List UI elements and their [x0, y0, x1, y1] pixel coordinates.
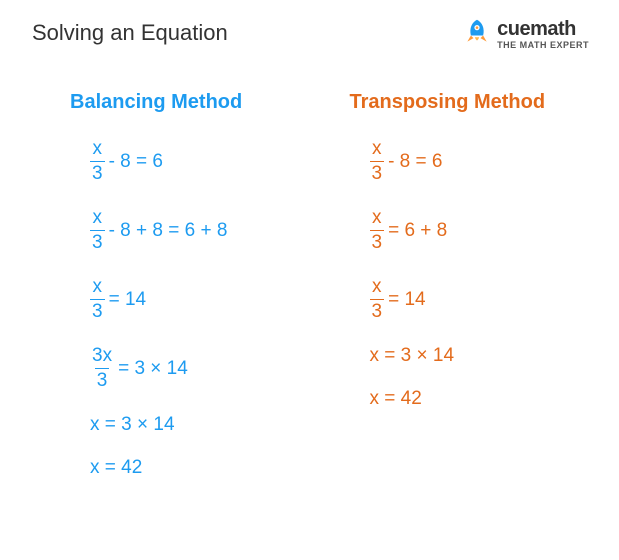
equation-text: x = 3 × 14	[90, 415, 175, 434]
equation-step: x3 - 8 + 8 = 6 + 8	[90, 208, 310, 253]
equation-text: = 14	[388, 290, 426, 309]
fraction: x3	[90, 277, 105, 322]
equation-step: x3 = 6 + 8	[370, 208, 590, 253]
fraction: x3	[370, 208, 385, 253]
equation-text: - 8 = 6	[388, 152, 442, 171]
fraction: x3	[370, 277, 385, 322]
fraction-denominator: 3	[90, 230, 105, 253]
fraction-denominator: 3	[370, 161, 385, 184]
brand-logo: cuemath THE MATH EXPERT	[463, 18, 589, 51]
fraction-numerator: 3x	[90, 346, 114, 368]
fraction-numerator: x	[370, 139, 384, 161]
fraction-numerator: x	[91, 277, 105, 299]
equation-step: x = 42	[90, 458, 310, 477]
fraction-numerator: x	[91, 208, 105, 230]
fraction-denominator: 3	[90, 161, 105, 184]
equation-text: x = 42	[370, 389, 422, 408]
equation-step: x3 = 14	[90, 277, 310, 322]
fraction-numerator: x	[370, 277, 384, 299]
equation-text: x = 3 × 14	[370, 346, 455, 365]
fraction-denominator: 3	[370, 230, 385, 253]
equation-step: x = 3 × 14	[370, 346, 590, 365]
transposing-column: Transposing Method x3 - 8 = 6x3 = 6 + 8x…	[350, 91, 590, 477]
balancing-header: Balancing Method	[70, 91, 310, 114]
equation-step: x3 - 8 = 6	[370, 139, 590, 184]
equation-step: x = 42	[370, 389, 590, 408]
equation-step: x3 = 14	[370, 277, 590, 322]
equation-text: x = 42	[90, 458, 142, 477]
fraction-denominator: 3	[95, 368, 110, 391]
rocket-icon	[463, 18, 491, 51]
fraction: x3	[370, 139, 385, 184]
transposing-header: Transposing Method	[350, 91, 590, 114]
equation-text: = 14	[109, 290, 147, 309]
fraction-numerator: x	[370, 208, 384, 230]
fraction: 3x3	[90, 346, 114, 391]
balancing-column: Balancing Method x3 - 8 = 6x3 - 8 + 8 = …	[70, 91, 310, 477]
equation-text: = 6 + 8	[388, 221, 447, 240]
equation-text: = 3 × 14	[118, 359, 188, 378]
equation-step: x = 3 × 14	[90, 415, 310, 434]
equation-step: x3 - 8 = 6	[90, 139, 310, 184]
brand-name: cuemath	[497, 19, 589, 39]
brand-tagline: THE MATH EXPERT	[497, 41, 589, 50]
equation-text: - 8 = 6	[109, 152, 163, 171]
equation-text: - 8 + 8 = 6 + 8	[109, 221, 228, 240]
fraction-numerator: x	[91, 139, 105, 161]
fraction-denominator: 3	[90, 299, 105, 322]
fraction: x3	[90, 208, 105, 253]
fraction-denominator: 3	[370, 299, 385, 322]
equation-step: 3x3 = 3 × 14	[90, 346, 310, 391]
fraction: x3	[90, 139, 105, 184]
